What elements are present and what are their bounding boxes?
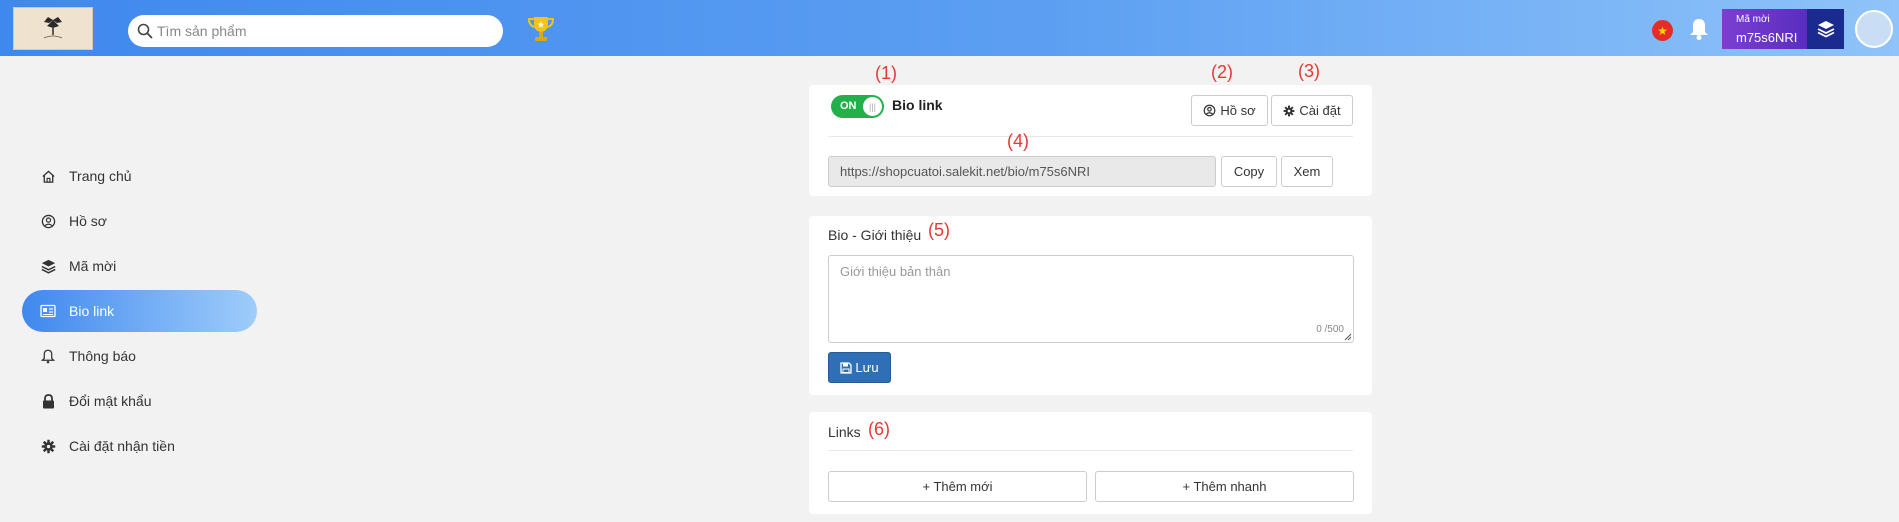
sidebar-item-bio-link[interactable]: Bio link: [22, 290, 257, 332]
links-title: Links: [828, 424, 861, 440]
vietnam-flag-icon[interactable]: ★: [1652, 20, 1673, 41]
layers-button[interactable]: [1807, 9, 1844, 49]
bio-intro-title: Bio - Giới thiệu: [828, 227, 922, 243]
add-new-link-button[interactable]: + Thêm mới: [828, 471, 1087, 502]
toggle-knob: |||: [863, 97, 882, 116]
search-bar[interactable]: [128, 15, 503, 47]
layers-icon: [40, 258, 56, 274]
user-circle-icon: [40, 213, 56, 229]
id-card-icon: [40, 303, 56, 319]
settings-button[interactable]: Cài đặt: [1271, 95, 1353, 126]
sidebar-item-payment-settings[interactable]: Cài đặt nhận tiền: [22, 425, 257, 467]
card-divider: [828, 450, 1353, 451]
user-avatar[interactable]: [1855, 10, 1893, 48]
trophy-icon[interactable]: [526, 14, 556, 44]
copy-button[interactable]: Copy: [1221, 156, 1277, 187]
bell-icon: [40, 348, 56, 364]
bio-intro-card: Bio - Giới thiệu Giới thiệu bản thân 0 /…: [809, 216, 1372, 395]
top-header: ★ Mã mời m75s6NRI: [0, 0, 1899, 56]
referral-label: Mã mời: [1736, 14, 1770, 25]
sidebar-item-label: Hồ sơ: [69, 213, 107, 229]
annotation-5: (5): [928, 220, 950, 240]
sidebar-item-home[interactable]: Trang chủ: [22, 155, 257, 197]
sidebar-item-label: Mã mời: [69, 258, 117, 274]
bio-link-title: Bio link: [892, 97, 943, 113]
profile-button-label: Hồ sơ: [1220, 103, 1256, 118]
annotation-2: (2): [1211, 62, 1233, 82]
profile-button[interactable]: Hồ sơ: [1191, 95, 1268, 126]
card-divider: [828, 136, 1353, 137]
gear-icon: [1283, 105, 1295, 117]
lock-icon: [40, 393, 56, 409]
toggle-on-label: ON: [840, 100, 857, 112]
notification-bell-icon[interactable]: [1688, 17, 1710, 41]
sidebar-item-label: Đổi mật khẩu: [69, 393, 152, 409]
layers-icon: [1817, 21, 1834, 38]
bio-intro-placeholder: Giới thiệu bản thân: [840, 264, 951, 279]
quick-add-link-button[interactable]: + Thêm nhanh: [1095, 471, 1354, 502]
view-button[interactable]: Xem: [1281, 156, 1333, 187]
bio-link-card: ON ||| Bio link Hồ sơ Cài đặt https://sh…: [809, 85, 1372, 196]
sidebar-nav: Trang chủ Hồ sơ Mã mời Bio link Thông bá…: [22, 155, 257, 470]
sidebar-item-label: Thông báo: [69, 348, 136, 364]
search-icon: [137, 23, 153, 39]
annotation-1: (1): [875, 63, 897, 83]
annotation-3: (3): [1298, 61, 1320, 81]
bio-url-field[interactable]: https://shopcuatoi.salekit.net/bio/m75s6…: [828, 156, 1216, 187]
floppy-disk-icon: [840, 361, 853, 374]
settings-button-label: Cài đặt: [1299, 103, 1341, 118]
sidebar-item-notifications[interactable]: Thông báo: [22, 335, 257, 377]
sidebar-item-referral[interactable]: Mã mời: [22, 245, 257, 287]
annotation-4: (4): [1007, 131, 1029, 151]
referral-code: m75s6NRI: [1736, 30, 1798, 45]
save-button-label: Lưu: [855, 360, 879, 375]
logo-mark: [43, 17, 63, 39]
bio-link-toggle[interactable]: ON |||: [831, 95, 884, 118]
sidebar-item-change-password[interactable]: Đổi mật khẩu: [22, 380, 257, 422]
sidebar-item-label: Cài đặt nhận tiền: [69, 438, 175, 454]
user-circle-icon: [1203, 104, 1216, 117]
home-icon: [40, 168, 56, 184]
save-button[interactable]: Lưu: [828, 352, 891, 383]
sidebar-item-label: Bio link: [69, 303, 115, 319]
shop-logo[interactable]: [13, 7, 93, 50]
char-counter: 0 /500: [1316, 324, 1344, 335]
bio-intro-textarea[interactable]: Giới thiệu bản thân 0 /500: [828, 255, 1354, 343]
search-input[interactable]: [157, 23, 477, 39]
annotation-6: (6): [868, 419, 890, 439]
resize-grip-icon[interactable]: [1343, 332, 1352, 341]
gear-icon: [40, 438, 56, 454]
sidebar-item-label: Trang chủ: [69, 168, 132, 184]
referral-code-badge[interactable]: Mã mời m75s6NRI: [1722, 9, 1807, 49]
links-card: Links + Thêm mới + Thêm nhanh: [809, 412, 1372, 514]
sidebar-item-profile[interactable]: Hồ sơ: [22, 200, 257, 242]
